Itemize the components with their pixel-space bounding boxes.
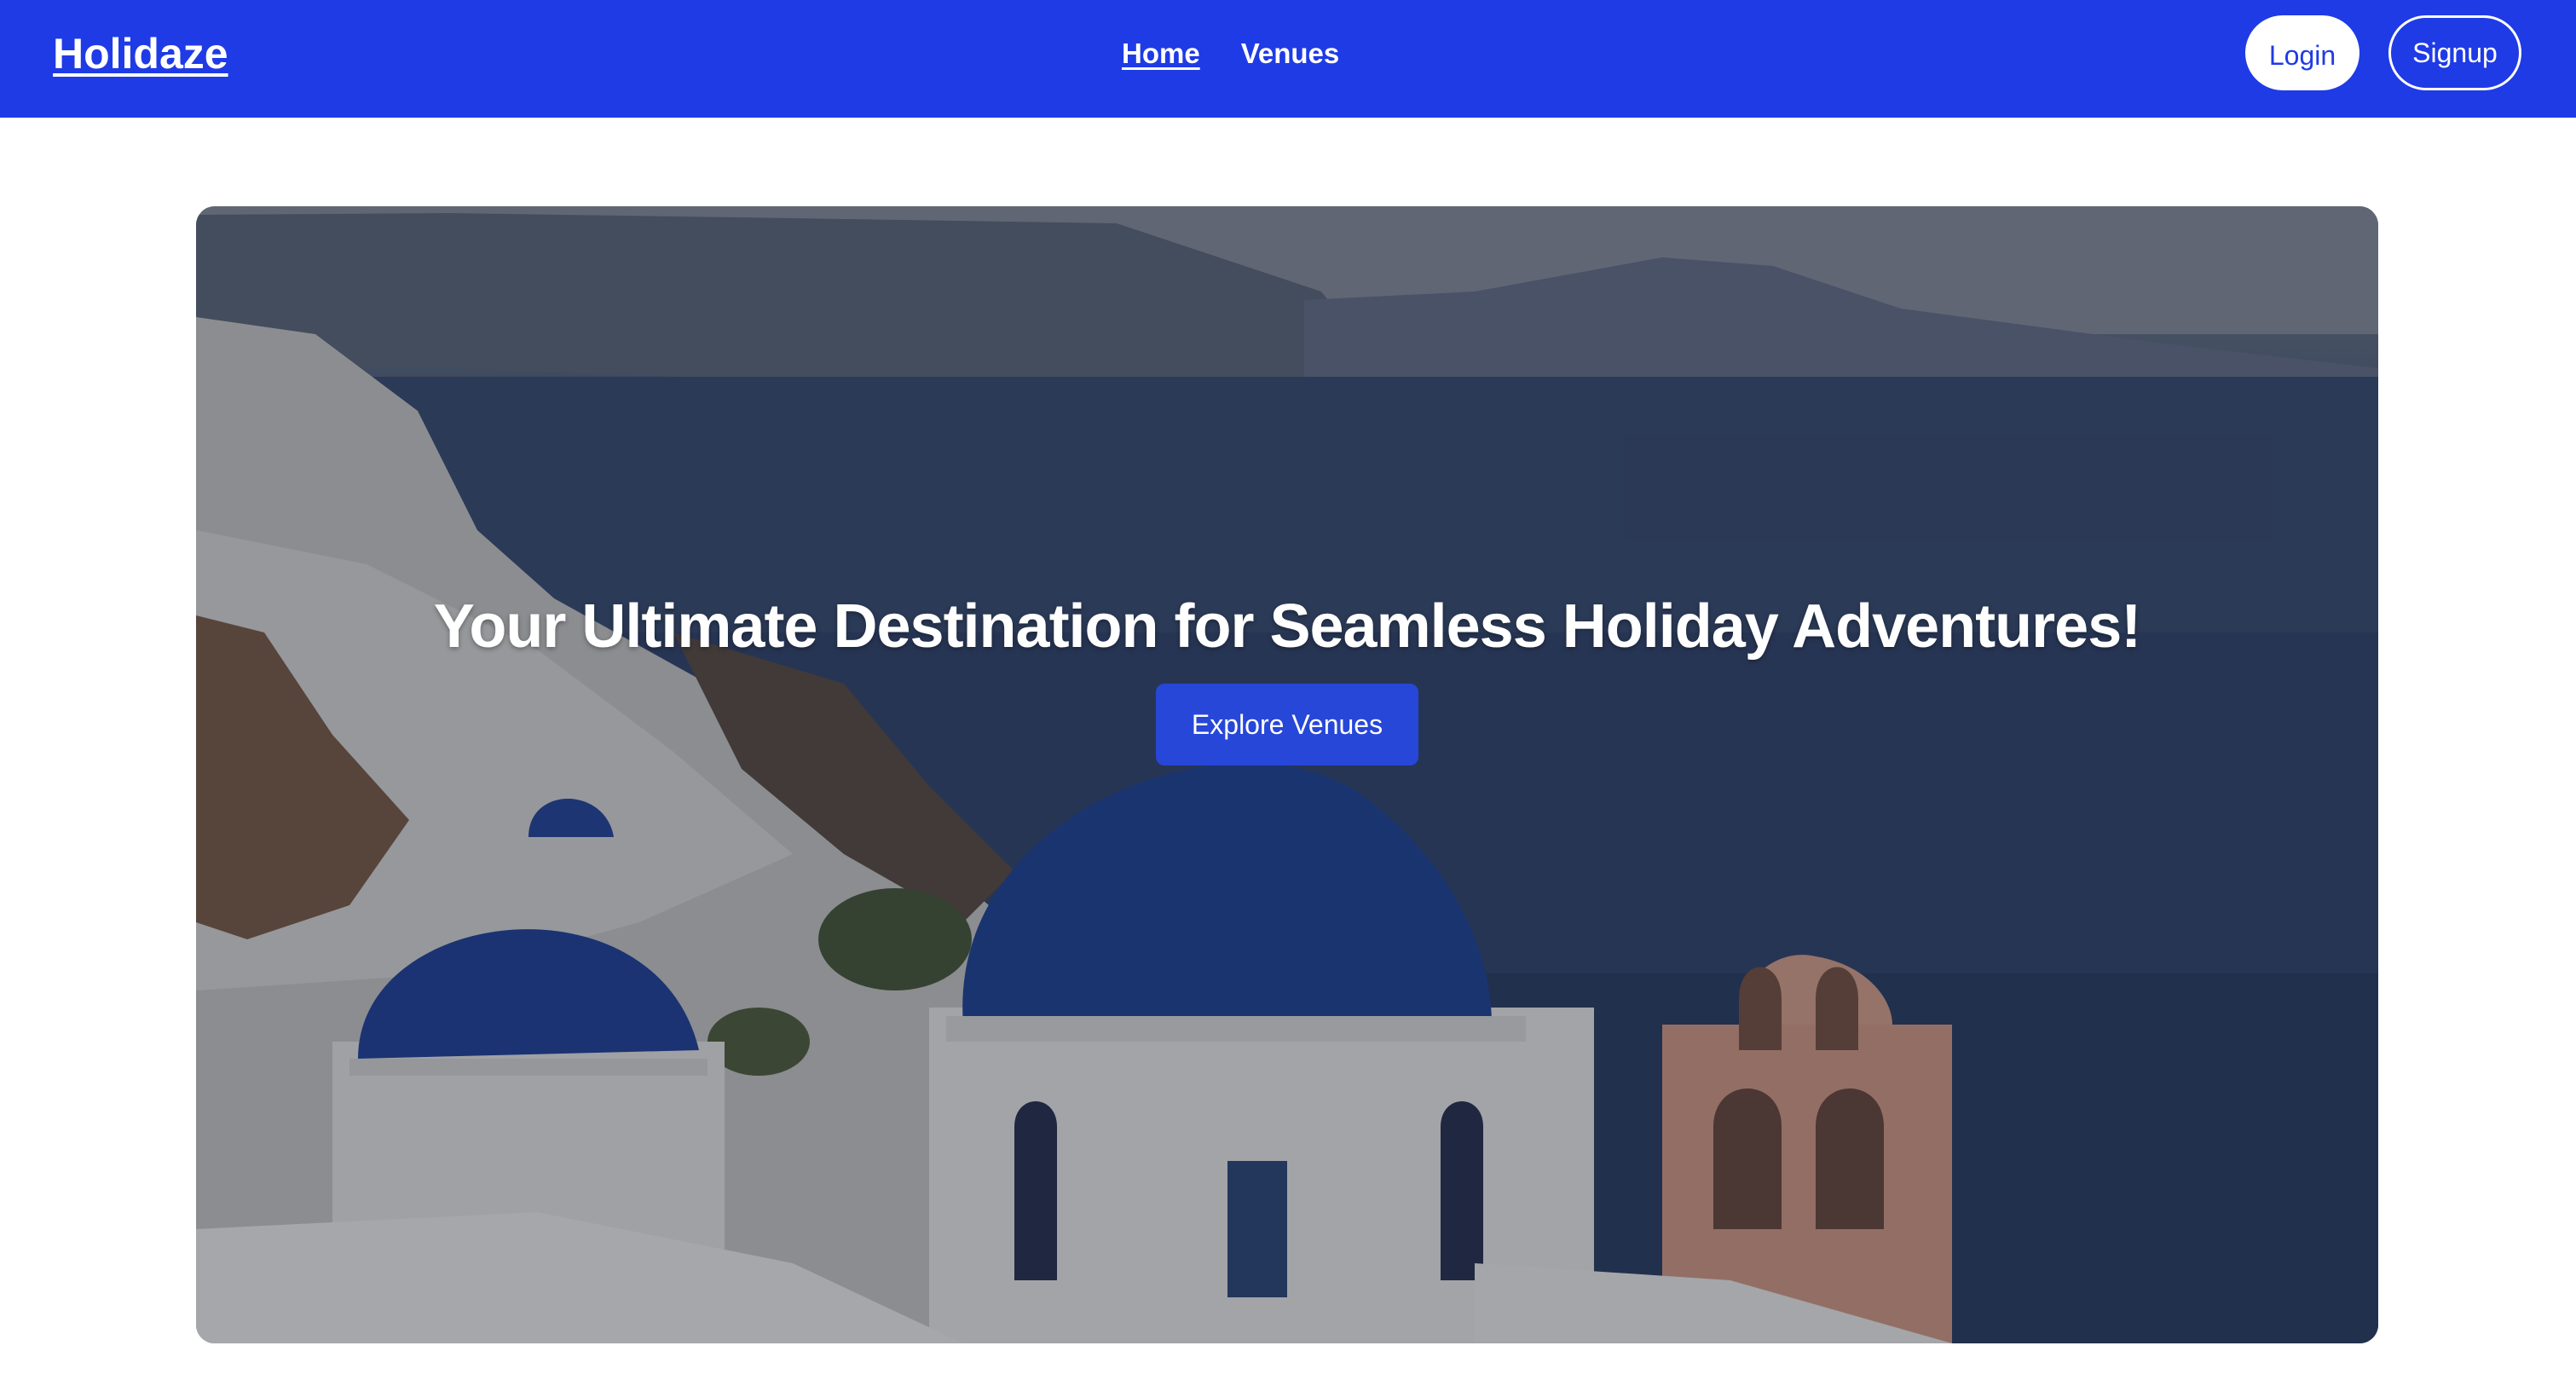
explore-venues-button[interactable]: Explore Venues xyxy=(1156,684,1418,765)
hero-title: Your Ultimate Destination for Seamless H… xyxy=(433,592,2141,661)
login-button[interactable]: Login xyxy=(2245,15,2359,90)
brand-logo-link[interactable]: Holidaze xyxy=(53,26,228,82)
top-navbar: Holidaze Home Venues Login Signup xyxy=(0,0,2576,118)
hero-banner: Your Ultimate Destination for Seamless H… xyxy=(196,206,2378,1343)
main-nav: Home Venues xyxy=(1122,34,1339,73)
nav-link-venues[interactable]: Venues xyxy=(1241,34,1340,73)
nav-link-home[interactable]: Home xyxy=(1122,34,1200,73)
signup-button[interactable]: Signup xyxy=(2388,15,2521,90)
hero-dim-overlay xyxy=(196,206,2378,1343)
